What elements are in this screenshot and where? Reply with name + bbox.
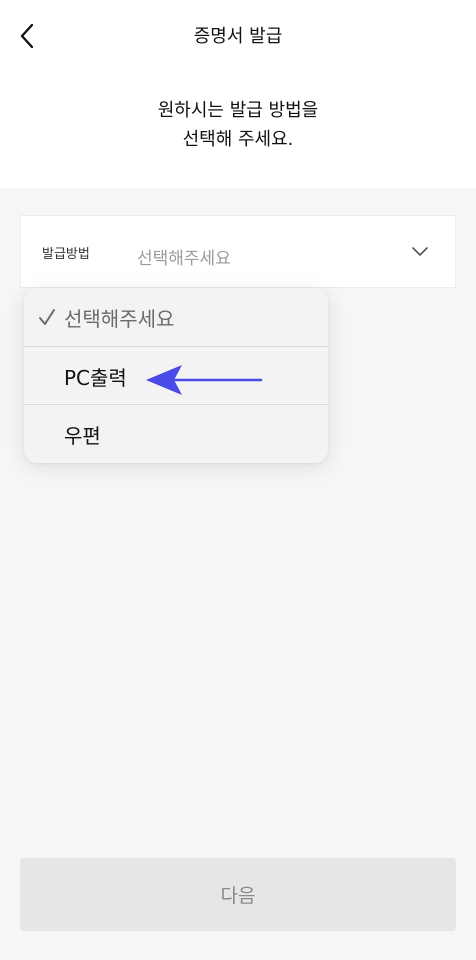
next-button[interactable]: 다음 <box>20 858 456 931</box>
arrow-left-icon <box>146 365 263 395</box>
dropdown-option-select-prompt[interactable]: 선택해주세요 <box>24 288 328 346</box>
checkmark-icon <box>39 309 55 325</box>
chevron-down-icon <box>412 247 428 256</box>
instruction-text: 원하시는 발급 방법을 선택해 주세요. <box>0 96 476 154</box>
issue-method-label: 발급방법 <box>42 247 90 262</box>
issue-method-value: 선택해주세요 <box>137 249 231 269</box>
dropdown-option-label: 선택해주세요 <box>64 307 175 331</box>
dropdown-option-label: PC출력 <box>64 366 127 390</box>
dropdown-option-mail[interactable]: 우편 <box>24 404 328 463</box>
instruction-line-2: 선택해 주세요. <box>182 129 294 150</box>
dropdown-option-label: 우편 <box>64 424 101 448</box>
issue-method-select[interactable]: 발급방법 선택해주세요 <box>20 215 456 288</box>
header: 증명서 발급 원하시는 발급 방법을 선택해 주세요. <box>0 0 476 188</box>
instruction-line-1: 원하시는 발급 방법을 <box>157 100 319 121</box>
page-title: 증명서 발급 <box>193 26 283 47</box>
